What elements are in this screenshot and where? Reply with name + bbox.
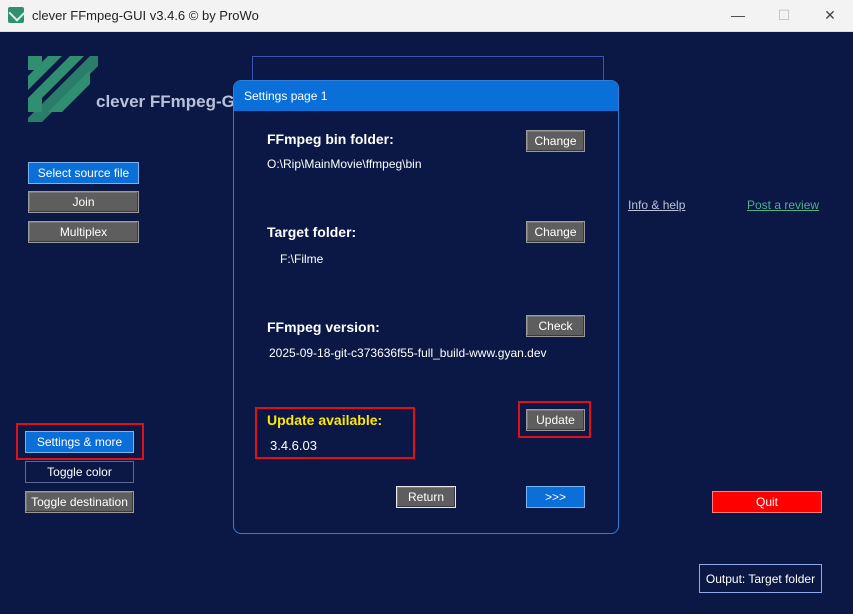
update-button[interactable]: Update [526, 409, 585, 431]
select-source-button[interactable]: Select source file [28, 162, 139, 184]
settings-more-button[interactable]: Settings & more [25, 431, 134, 453]
check-version-button[interactable]: Check [526, 315, 585, 337]
post-review-link[interactable]: Post a review [747, 198, 819, 212]
next-page-button[interactable]: >>> [526, 486, 585, 508]
ffmpeg-bin-value: O:\Rip\MainMovie\ffmpeg\bin [267, 157, 422, 171]
dialog-title: Settings page 1 [234, 81, 618, 111]
ffmpeg-version-label: FFmpeg version: [267, 319, 380, 335]
multiplex-button[interactable]: Multiplex [28, 221, 139, 243]
title-bar: clever FFmpeg-GUI v3.4.6 © by ProWo — ☐ … [0, 0, 853, 32]
window-title: clever FFmpeg-GUI v3.4.6 © by ProWo [32, 8, 259, 23]
return-button[interactable]: Return [396, 486, 456, 508]
join-button[interactable]: Join [28, 191, 139, 213]
change-bin-button[interactable]: Change [526, 130, 585, 152]
target-folder-label: Target folder: [267, 224, 357, 240]
logo-text: clever FFmpeg-GUI [96, 92, 252, 111]
ffmpeg-bin-label: FFmpeg bin folder: [267, 131, 394, 147]
update-available-label: Update available: [267, 412, 383, 428]
output-target-button[interactable]: Output: Target folder [699, 564, 822, 593]
toggle-destination-button[interactable]: Toggle destination [25, 491, 134, 513]
change-target-button[interactable]: Change [526, 221, 585, 243]
toggle-color-button[interactable]: Toggle color [25, 461, 134, 483]
target-folder-value: F:\Filme [280, 252, 324, 266]
info-help-link[interactable]: Info & help [628, 198, 685, 212]
ffmpeg-version-value: 2025-09-18-git-c373636f55-full_build-www… [269, 346, 547, 360]
settings-dialog: Settings page 1 FFmpeg bin folder: Chang… [233, 80, 619, 534]
app-icon [8, 7, 24, 23]
minimize-button[interactable]: — [722, 5, 754, 25]
close-button[interactable]: ✕ [814, 5, 846, 25]
update-version-value: 3.4.6.03 [270, 438, 317, 453]
ffmpeg-logo-icon [28, 56, 98, 122]
maximize-button[interactable]: ☐ [768, 5, 800, 25]
quit-button[interactable]: Quit [712, 491, 822, 513]
